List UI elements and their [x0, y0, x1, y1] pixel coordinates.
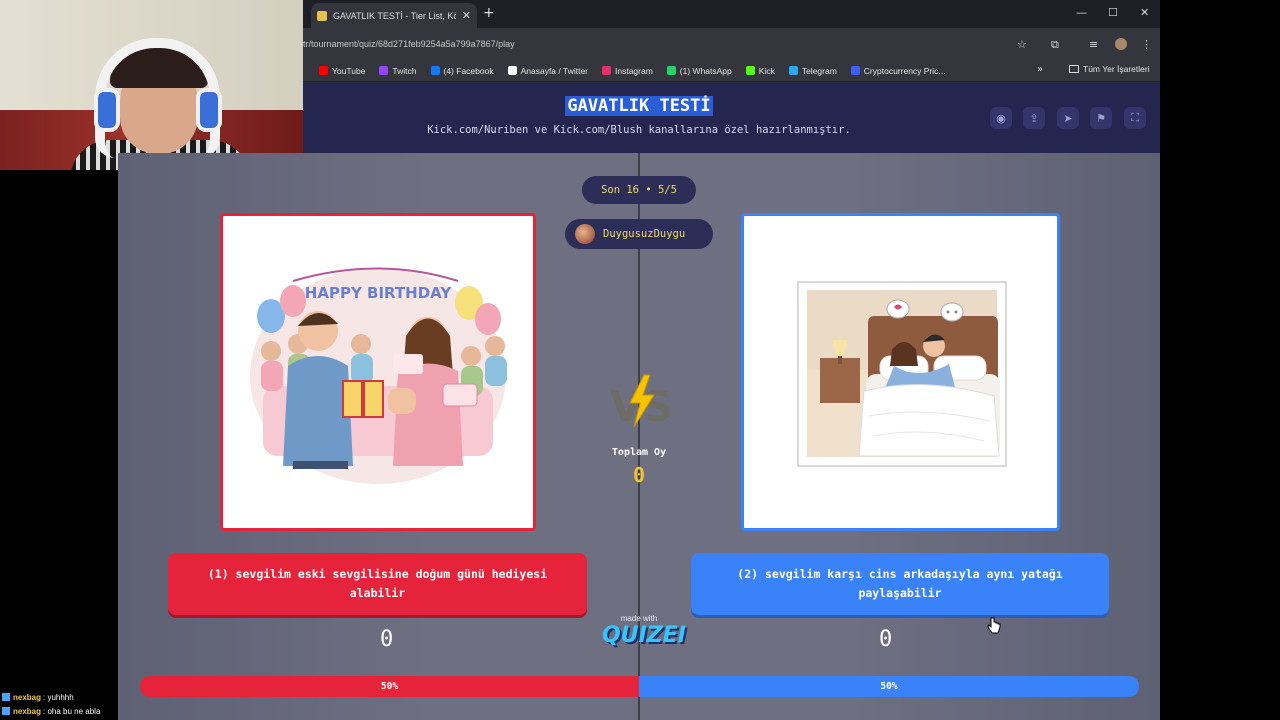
vote-count-right: 0: [879, 627, 893, 652]
flag-icon[interactable]: ⚑: [1090, 107, 1112, 129]
bookmark-favicon-icon: [379, 66, 389, 75]
option-card-left[interactable]: HAPPY BIRTHDAY: [220, 213, 536, 531]
vs-icon: VS: [610, 374, 672, 429]
bookmark-item[interactable]: Cryptocurrency Pric...: [850, 65, 946, 76]
bookmark-item[interactable]: Anasayfa / Twitter: [507, 65, 588, 76]
bookmarks-overflow-icon[interactable]: »: [1037, 64, 1043, 75]
chat-overlay: nexbag : yuhhhh nexbag : oha bu ne abla: [0, 690, 300, 718]
browser-tab[interactable]: GAVATLIK TESTİ - Tier List, Kör ✕: [311, 3, 477, 28]
bookmark-label: Anasayfa / Twitter: [520, 65, 588, 76]
webcam-feed: [0, 0, 303, 170]
bookmark-label: Telegram: [801, 65, 837, 76]
share-icon[interactable]: ⇪: [1023, 107, 1045, 129]
hand-cursor-icon: [987, 617, 1001, 634]
extensions-icon[interactable]: ⧉: [1051, 38, 1059, 52]
chat-text: : oha bu ne abla: [43, 706, 101, 716]
round-indicator: Son 16 • 5/5: [582, 176, 696, 204]
headset-cup-left: [94, 88, 120, 132]
brand-logo[interactable]: QUIZEI: [602, 623, 686, 648]
new-tab-icon[interactable]: +: [483, 5, 495, 21]
chat-text: : yuhhhh: [43, 692, 74, 702]
user-badge: DuygusuzDuygu: [565, 219, 713, 249]
chat-badge-icon: [2, 707, 10, 715]
vote-count-left: 0: [380, 627, 394, 652]
bookmark-item[interactable]: (1) WhatsApp: [666, 65, 732, 76]
left-dark-area: [0, 170, 118, 690]
bookmark-favicon-icon: [850, 66, 860, 75]
all-bookmarks-label: Tüm Yer İşaretleri: [1083, 64, 1150, 74]
bookmark-item[interactable]: Telegram: [788, 65, 837, 76]
bookmark-label: YouTube: [332, 65, 366, 76]
total-votes-value: 0: [632, 463, 646, 487]
headset-cup-right: [196, 88, 222, 132]
birthday-illustration: HAPPY BIRTHDAY: [250, 267, 507, 484]
close-window-icon[interactable]: ✕: [1140, 6, 1149, 19]
made-with-label: made with: [620, 614, 658, 623]
bookmark-label: Twitch: [392, 65, 417, 76]
bookmark-favicon-icon: [602, 66, 611, 75]
bookmark-favicon-icon: [507, 66, 517, 75]
bookmark-label: (4) Facebook: [443, 65, 494, 76]
choice-button-right[interactable]: (2) sevgilim karşı cins arkadaşıyla aynı…: [691, 553, 1109, 615]
page-subtitle: Kick.com/Nuriben ve Kick.com/Blush kanal…: [427, 124, 851, 136]
profile-avatar[interactable]: [1115, 38, 1127, 50]
bookmark-favicon-icon: [430, 66, 440, 75]
media-icon[interactable]: ≡: [1089, 38, 1098, 51]
star-icon[interactable]: ☆: [1017, 38, 1027, 51]
page-title-text: GAVATLIK TESTİ: [565, 96, 713, 116]
folder-icon: [1069, 65, 1079, 73]
menu-icon[interactable]: ⋮: [1141, 38, 1152, 51]
chat-message: nexbag : oha bu ne abla: [0, 704, 300, 718]
bookmark-label: Cryptocurrency Pric...: [863, 65, 946, 76]
bookmark-label: (1) WhatsApp: [679, 65, 732, 76]
chat-user: nexbag: [13, 706, 42, 716]
chat-user: nexbag: [13, 692, 42, 702]
bookmark-favicon-icon: [745, 66, 755, 75]
bed-illustration: [797, 281, 1007, 467]
bookmark-item[interactable]: YouTube: [319, 66, 365, 76]
bookmark-item[interactable]: Twitch: [379, 65, 417, 76]
maximize-icon[interactable]: ☐: [1108, 6, 1118, 19]
banner-text: HAPPY BIRTHDAY: [305, 284, 453, 302]
username: DuygusuzDuygu: [603, 228, 686, 240]
bookmark-favicon-icon: [788, 66, 798, 75]
bookmark-favicon-icon: [666, 66, 676, 75]
total-votes-label: Toplam Oy: [611, 447, 667, 458]
all-bookmarks[interactable]: Tüm Yer İşaretleri: [1069, 64, 1150, 74]
tab-favicon-icon: [317, 10, 327, 21]
bookmark-label: Instagram: [615, 65, 653, 76]
avatar: [575, 224, 595, 244]
page-title: GAVATLIK TESTİ: [303, 96, 975, 116]
vote-bar-right: 50%: [639, 676, 1139, 697]
bookmark-label: Kick: [758, 65, 775, 76]
option-card-right[interactable]: [741, 213, 1060, 531]
fullscreen-icon[interactable]: ⛶: [1124, 107, 1146, 129]
bookmarks-bar: YouTube Twitch (4) Facebook Anasayfa / Twit…: [303, 60, 1160, 82]
bookmark-item[interactable]: Instagram: [602, 66, 653, 76]
chat-badge-icon: [2, 693, 10, 701]
tab-title: GAVATLIK TESTİ - Tier List, Kör: [333, 10, 456, 21]
url-text[interactable]: tr/tournament/quiz/68d271feb9254a5a799a7…: [303, 39, 515, 49]
bookmark-item[interactable]: (4) Facebook: [430, 65, 494, 76]
bookmark-favicon-icon: [319, 66, 328, 75]
bookmark-item[interactable]: Kick: [745, 65, 775, 76]
eye-icon[interactable]: ◉: [990, 107, 1012, 129]
minimize-icon[interactable]: —: [1076, 6, 1087, 19]
choice-button-left[interactable]: (1) sevgilim eski sevgilisine doğum günü…: [168, 553, 587, 615]
send-icon[interactable]: ➤: [1057, 107, 1079, 129]
chat-message: nexbag : yuhhhh: [0, 690, 300, 704]
tab-close-icon[interactable]: ✕: [462, 9, 471, 22]
